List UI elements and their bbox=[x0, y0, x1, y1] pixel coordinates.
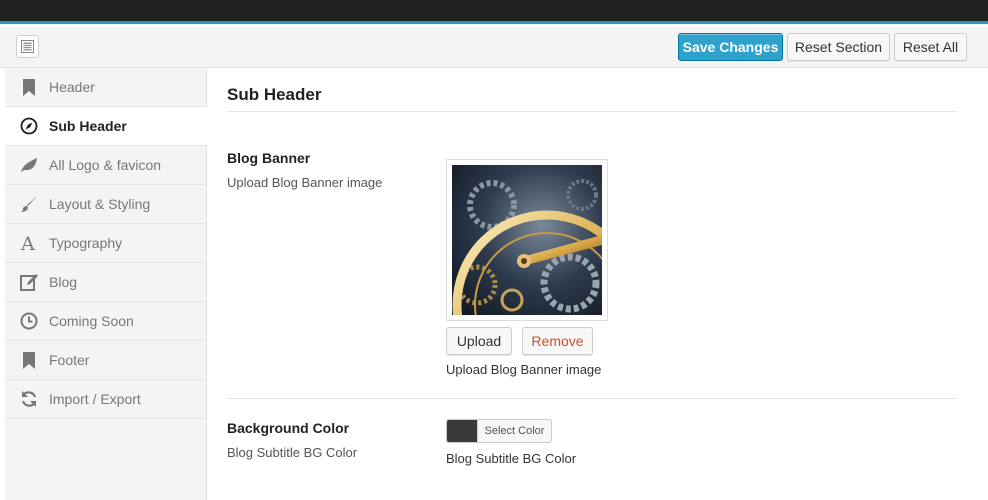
options-content: Sub Header Blog Banner Upload Blog Banne… bbox=[207, 68, 988, 500]
blog-banner-subtitle: Upload Blog Banner image bbox=[227, 175, 383, 190]
background-color-description: Blog Subtitle BG Color bbox=[446, 451, 577, 466]
options-sidebar: Header Sub Header All Logo & favicon Lay… bbox=[5, 68, 207, 500]
sidebar-item-label: All Logo & favicon bbox=[49, 157, 162, 173]
bookmark-icon bbox=[19, 77, 39, 97]
save-changes-button[interactable]: Save Changes bbox=[678, 33, 783, 61]
sidebar-item-coming-soon[interactable]: Coming Soon bbox=[5, 302, 206, 341]
banner-preview bbox=[446, 159, 608, 321]
sidebar-item-header[interactable]: Header bbox=[5, 68, 206, 107]
sidebar-item-label: Footer bbox=[49, 352, 90, 368]
sidebar-item-label: Blog bbox=[49, 274, 78, 290]
sidebar-item-import-export[interactable]: Import / Export bbox=[5, 380, 206, 419]
sidebar-item-label: Typography bbox=[49, 235, 123, 251]
compass-icon bbox=[19, 116, 39, 136]
field-divider bbox=[227, 398, 957, 399]
sidebar-item-label: Import / Export bbox=[49, 391, 141, 407]
remove-button[interactable]: Remove bbox=[522, 327, 593, 355]
sidebar-item-label: Sub Header bbox=[49, 118, 127, 134]
sidebar-item-footer[interactable]: Footer bbox=[5, 341, 206, 380]
title-divider bbox=[227, 111, 957, 112]
sidebar-item-label: Layout & Styling bbox=[49, 196, 151, 212]
select-color-button[interactable]: Select Color bbox=[478, 420, 551, 442]
options-toolbar: Save Changes Reset Section Reset All bbox=[0, 27, 988, 68]
sidebar-item-all-logo-favicon[interactable]: All Logo & favicon bbox=[5, 146, 206, 185]
sidebar-item-label: Header bbox=[49, 79, 95, 95]
sidebar-item-sub-header[interactable]: Sub Header bbox=[5, 107, 207, 146]
brush-icon bbox=[19, 194, 39, 214]
admin-top-bar bbox=[0, 0, 988, 24]
panel-toggle-icon bbox=[21, 40, 34, 53]
reset-all-button[interactable]: Reset All bbox=[894, 33, 967, 61]
edit-icon bbox=[19, 272, 39, 292]
background-color-subtitle: Blog Subtitle BG Color bbox=[227, 445, 358, 460]
page-title: Sub Header bbox=[227, 85, 322, 104]
sidebar-item-layout-styling[interactable]: Layout & Styling bbox=[5, 185, 206, 224]
sidebar-item-label: Coming Soon bbox=[49, 313, 134, 329]
upload-button[interactable]: Upload bbox=[446, 327, 512, 355]
background-color-title: Background Color bbox=[227, 420, 350, 436]
leaf-icon bbox=[19, 155, 39, 175]
refresh-icon bbox=[19, 389, 39, 409]
expand-panel-button[interactable] bbox=[16, 35, 39, 58]
reset-section-button[interactable]: Reset Section bbox=[787, 33, 890, 61]
banner-image bbox=[452, 165, 602, 315]
color-picker[interactable]: Select Color bbox=[446, 419, 552, 443]
blog-banner-description: Upload Blog Banner image bbox=[446, 362, 602, 377]
clock-icon bbox=[19, 311, 39, 331]
sidebar-item-blog[interactable]: Blog bbox=[5, 263, 206, 302]
color-swatch[interactable] bbox=[447, 420, 478, 442]
svg-text:A: A bbox=[20, 234, 35, 252]
sidebar-item-typography[interactable]: A Typography bbox=[5, 224, 206, 263]
blog-banner-title: Blog Banner bbox=[227, 150, 311, 166]
bookmark-icon bbox=[19, 350, 39, 370]
font-icon: A bbox=[19, 233, 39, 253]
